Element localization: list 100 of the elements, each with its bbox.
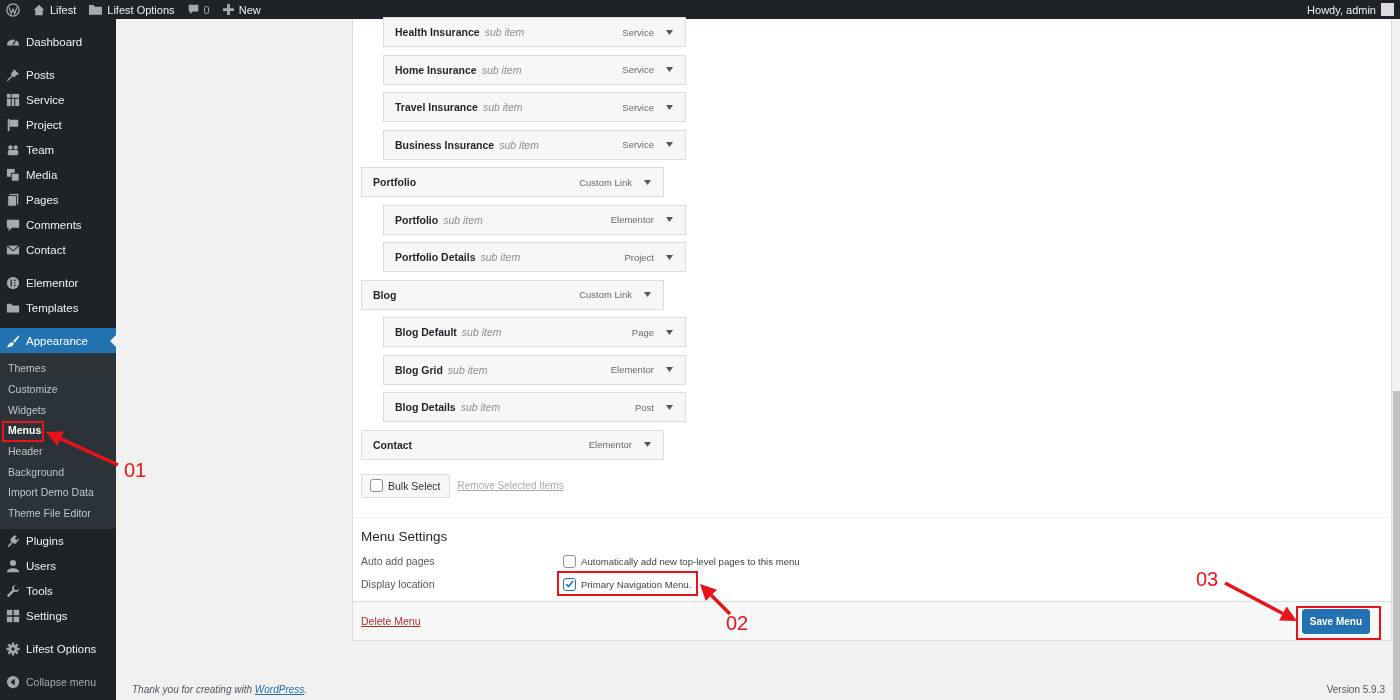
menu-item[interactable]: Home Insurance sub item Service xyxy=(383,54,686,85)
option-label[interactable]: Automatically add new top-level pages to this menu xyxy=(581,555,800,567)
collapse-icon[interactable] xyxy=(6,675,20,689)
option-label[interactable]: Primary Navigation Menu. xyxy=(581,578,692,590)
sidebar-label: Contact xyxy=(26,243,66,256)
caret-icon[interactable] xyxy=(644,179,651,185)
menu-item[interactable]: Business Insurance sub item Service xyxy=(383,129,686,160)
sidebar-item[interactable]: Pages xyxy=(0,187,116,212)
submenu-item[interactable]: Import Demo Data xyxy=(8,486,94,499)
caret-icon[interactable] xyxy=(666,29,673,35)
comment-count[interactable]: 0 xyxy=(203,3,210,16)
submenu-item[interactable]: Widgets xyxy=(8,403,46,416)
sidebar-item[interactable]: Project xyxy=(0,112,116,137)
sidebar-label: Team xyxy=(26,143,55,156)
collapse-menu[interactable]: Collapse menu xyxy=(26,676,97,688)
sidebar-item[interactable]: Elementor xyxy=(0,270,116,295)
sidebar-label: Service xyxy=(26,93,65,106)
submenu-item[interactable]: Themes xyxy=(8,362,46,375)
item-title: Contact xyxy=(373,438,413,451)
sidebar-item[interactable]: Appearance xyxy=(0,328,116,353)
sidebar-item[interactable]: Lifest Options xyxy=(0,636,116,662)
submenu-item[interactable]: Customize xyxy=(8,383,58,396)
item-title: Blog Details xyxy=(395,401,456,413)
item-type: Post xyxy=(635,401,654,413)
brush-icon xyxy=(6,333,20,348)
new-link[interactable]: New xyxy=(238,3,261,16)
site-link[interactable]: Lifest xyxy=(50,3,77,16)
menu-item[interactable]: Travel Insurance sub item Service xyxy=(383,92,686,122)
folder-icon xyxy=(89,4,103,15)
comment-icon xyxy=(6,217,20,232)
sidebar-item[interactable]: Tools xyxy=(0,578,116,604)
section-heading: Menu Settings xyxy=(361,528,449,544)
item-title: Travel Insurance xyxy=(395,101,478,113)
item-title: Business Insurance xyxy=(395,138,495,151)
item-type: Service xyxy=(622,101,654,113)
checkbox[interactable] xyxy=(563,577,576,591)
menu-item[interactable]: Health Insurance sub item Service xyxy=(383,17,686,47)
item-type: Custom Link xyxy=(579,289,632,300)
user-icon xyxy=(6,559,20,573)
caret-icon[interactable] xyxy=(666,142,673,147)
sidebar-item[interactable]: Templates xyxy=(0,295,116,320)
pin-icon xyxy=(6,67,20,82)
caret-icon[interactable] xyxy=(666,217,673,222)
item-type: Service xyxy=(622,26,654,38)
item-title: Blog Default xyxy=(395,326,457,338)
caret-icon[interactable] xyxy=(644,292,651,297)
checkbox[interactable] xyxy=(370,479,383,492)
menu-item[interactable]: Blog Details sub item Post xyxy=(383,392,686,422)
sidebar-item[interactable]: Plugins xyxy=(0,528,116,554)
submenu-item[interactable]: Theme File Editor xyxy=(8,507,91,520)
item-type: Project xyxy=(624,251,654,263)
save-button[interactable]: Save Menu xyxy=(1301,608,1370,634)
caret-icon[interactable] xyxy=(666,254,673,260)
menu-item[interactable]: Contact Elementor xyxy=(361,429,664,460)
item-type: Elementor xyxy=(610,214,654,225)
account-greeting[interactable]: Howdy, admin xyxy=(1307,3,1376,16)
menu-item[interactable]: Blog Grid sub item Elementor xyxy=(383,354,686,385)
menu-item[interactable]: Portfolio Custom Link xyxy=(361,167,664,197)
logo-icon[interactable] xyxy=(6,2,20,17)
bulk-select-button[interactable]: Bulk Select xyxy=(361,473,450,498)
caret-icon[interactable] xyxy=(666,367,673,372)
menu-item[interactable]: Portfolio sub item Elementor xyxy=(383,204,686,235)
submenu-item[interactable]: Menus xyxy=(8,424,42,437)
wrench-icon xyxy=(6,584,20,598)
setting-label: Display location xyxy=(361,578,436,590)
checkbox[interactable] xyxy=(563,554,576,568)
delete-menu-link[interactable]: Delete Menu xyxy=(361,615,421,627)
sidebar-item[interactable]: Settings xyxy=(0,603,116,629)
caret-icon[interactable] xyxy=(666,329,673,335)
submenu-item[interactable]: Background xyxy=(8,465,65,478)
home-icon xyxy=(33,3,45,16)
caret-icon[interactable] xyxy=(644,442,651,447)
item-title: Portfolio xyxy=(373,176,417,188)
item-note: sub item xyxy=(460,401,501,413)
sidebar-item[interactable]: Team xyxy=(0,137,116,162)
item-note: sub item xyxy=(447,363,488,376)
sidebar-item[interactable]: Service xyxy=(0,87,116,112)
envelope-icon xyxy=(6,242,20,257)
item-note: sub item xyxy=(484,26,525,38)
caret-icon[interactable] xyxy=(666,104,673,110)
caret-icon[interactable] xyxy=(666,67,673,72)
menu-item[interactable]: Blog Default sub item Page xyxy=(383,317,686,347)
caret-icon[interactable] xyxy=(666,404,673,410)
sidebar-item[interactable]: Comments xyxy=(0,212,116,237)
sidebar-item[interactable]: Users xyxy=(0,553,116,579)
item-type: Elementor xyxy=(610,364,654,375)
submenu-item[interactable]: Header xyxy=(8,445,43,458)
sidebar-item[interactable]: Contact xyxy=(0,237,116,262)
item-note: sub item xyxy=(443,213,483,226)
menu-item[interactable]: Portfolio Details sub item Project xyxy=(383,242,686,272)
item-note: sub item xyxy=(482,101,523,113)
options-link[interactable]: Lifest Options xyxy=(107,3,175,16)
item-note: sub item xyxy=(499,138,539,151)
menu-item[interactable]: Blog Custom Link xyxy=(361,279,664,310)
item-title: Blog xyxy=(373,288,397,301)
pages-icon xyxy=(6,192,20,207)
sidebar-item[interactable]: Media xyxy=(0,162,116,187)
item-title: Blog Grid xyxy=(395,363,443,376)
sidebar-item[interactable]: Posts xyxy=(0,62,116,87)
sidebar-item[interactable]: Dashboard xyxy=(0,29,116,54)
